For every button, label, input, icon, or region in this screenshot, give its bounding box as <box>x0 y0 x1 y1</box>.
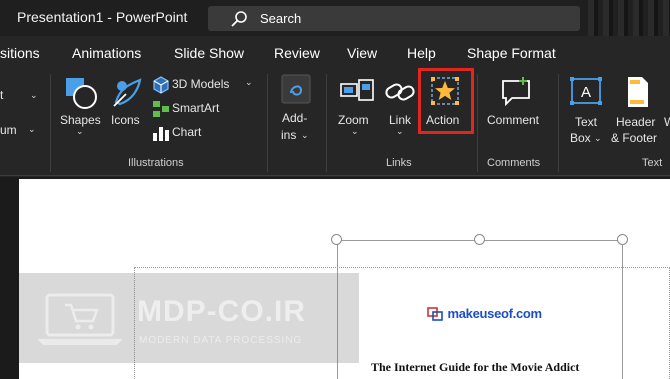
ribbon: t ⌄ um ⌄ Shapes ⌄ Icons 3D Models ⌄ Smar… <box>0 68 670 176</box>
laptop-cart-icon <box>37 293 123 345</box>
zoom-button[interactable]: Zoom <box>338 113 369 127</box>
link-button[interactable]: Link <box>389 113 411 127</box>
group-divider <box>558 74 559 172</box>
3d-models-button[interactable]: 3D Models <box>172 77 229 91</box>
text-box-label-line1[interactable]: Text <box>575 115 597 129</box>
resize-handle[interactable] <box>617 234 628 245</box>
comment-button[interactable]: Comment <box>487 113 539 127</box>
titlebar-background-pattern <box>588 0 670 36</box>
icons-icon <box>113 78 142 107</box>
search-label: Search <box>260 11 302 26</box>
watermark-title: MDP-CO.IR <box>137 295 306 328</box>
group-divider <box>267 74 268 172</box>
logo-text: makeuseof.com <box>447 306 542 321</box>
tab-help[interactable]: Help <box>407 45 436 61</box>
smartart-button[interactable]: SmartArt <box>172 101 219 115</box>
tab-shape-format[interactable]: Shape Format <box>467 45 556 61</box>
watermark-subtitle: MODERN DATA PROCESSING <box>139 335 303 346</box>
svg-text:A: A <box>581 84 591 101</box>
link-icon <box>385 83 415 101</box>
window-title: Presentation1 - PowerPoint <box>17 9 188 25</box>
chevron-down-icon: ⌄ <box>396 126 404 136</box>
resize-handle[interactable] <box>331 234 342 245</box>
tab-review[interactable]: Review <box>274 45 320 61</box>
tab-slide-show[interactable]: Slide Show <box>174 45 244 61</box>
chart-icon <box>153 127 169 141</box>
chevron-down-icon: ⌄ <box>76 126 84 136</box>
zoom-icon <box>340 79 374 101</box>
chevron-down-icon: ⌄ <box>594 133 602 143</box>
group-divider <box>326 74 327 172</box>
chevron-down-icon: ⌄ <box>30 90 38 100</box>
makeuseof-logo: makeuseof.com <box>427 305 542 323</box>
header-footer-icon <box>628 77 648 107</box>
chevron-down-icon: ⌄ <box>301 130 309 140</box>
resize-handle[interactable] <box>474 234 485 245</box>
text-box-label-line2[interactable]: Box <box>570 131 591 145</box>
partial-command-2[interactable]: um <box>0 123 17 137</box>
partial-command-1[interactable]: t <box>0 88 3 102</box>
partial-next-command[interactable]: W <box>664 115 670 129</box>
group-label-links: Links <box>386 157 412 169</box>
chevron-down-icon: ⌄ <box>351 126 359 136</box>
tab-transitions[interactable]: sitions <box>0 45 40 61</box>
document-heading: The Internet Guide for the Movie Addict <box>371 360 580 374</box>
comment-icon <box>502 77 530 106</box>
tab-animations[interactable]: Animations <box>72 45 141 61</box>
action-button[interactable]: Action <box>426 113 459 127</box>
add-ins-icon <box>281 74 311 104</box>
ribbon-tabs: sitions Animations Slide Show Review Vie… <box>0 36 670 70</box>
group-label-comments: Comments <box>487 157 541 169</box>
chevron-down-icon: ⌄ <box>245 77 253 87</box>
group-label-text: Text <box>642 157 663 169</box>
header-footer-label-line2[interactable]: & Footer <box>611 131 657 145</box>
cube-icon <box>153 76 169 94</box>
search-box[interactable]: Search <box>208 6 580 31</box>
chart-button[interactable]: Chart <box>172 125 201 139</box>
star-icon <box>431 77 459 105</box>
shapes-button[interactable]: Shapes <box>60 113 101 127</box>
add-ins-label-line1[interactable]: Add- <box>282 111 307 125</box>
group-divider <box>50 74 51 172</box>
add-ins-label-line2[interactable]: ins <box>281 128 296 142</box>
logo-mark-icon <box>427 306 443 321</box>
title-bar: Presentation1 - PowerPoint Search <box>0 0 670 36</box>
watermark: MDP-CO.IR MODERN DATA PROCESSING <box>19 273 359 363</box>
group-label-illustrations: Illustrations <box>128 157 184 169</box>
shapes-icon <box>66 78 97 109</box>
search-icon <box>231 11 247 27</box>
tab-view[interactable]: View <box>347 45 377 61</box>
text-box-icon: A <box>570 77 602 105</box>
smartart-icon <box>153 101 169 117</box>
chevron-down-icon: ⌄ <box>28 124 36 134</box>
icons-button[interactable]: Icons <box>111 113 140 127</box>
group-divider <box>477 74 478 172</box>
header-footer-label-line1[interactable]: Header <box>616 115 655 129</box>
